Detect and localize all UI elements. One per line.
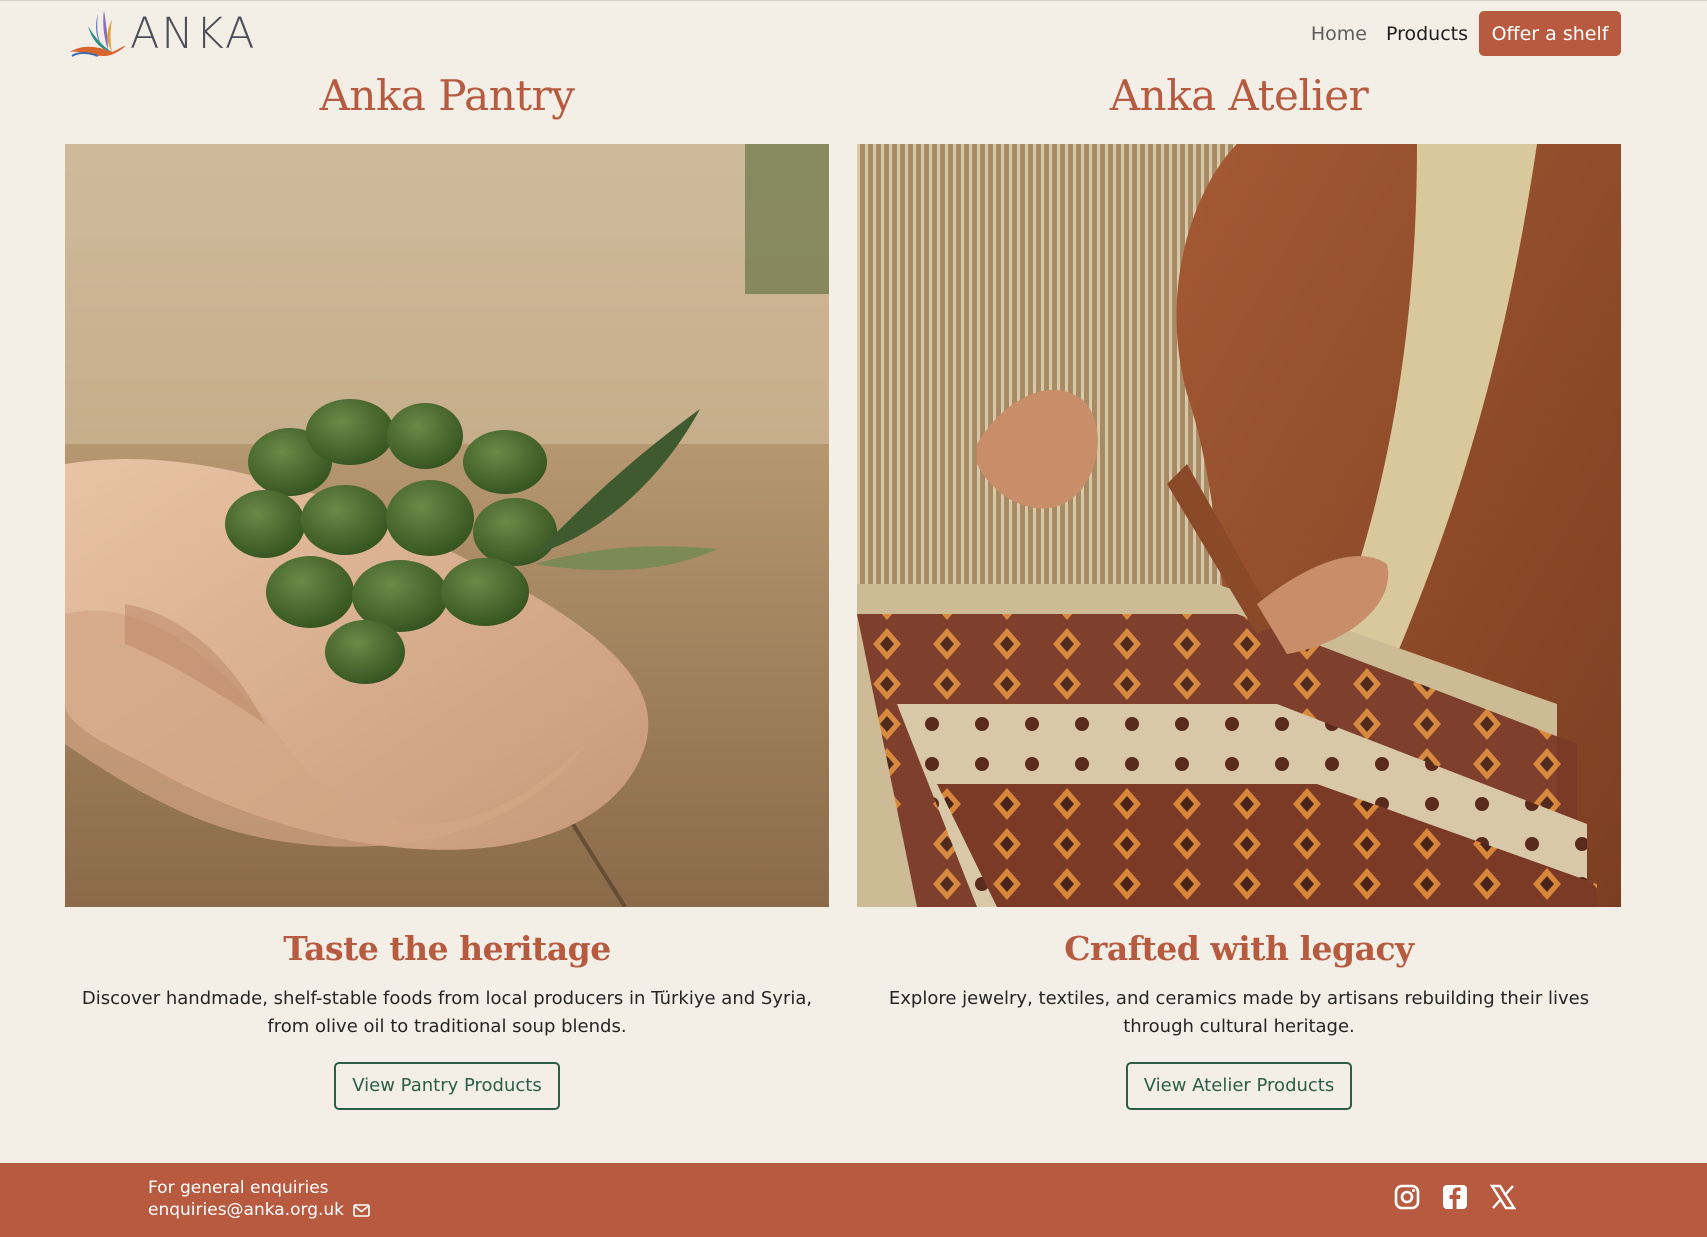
atelier-subtitle: Crafted with legacy (1064, 929, 1414, 968)
x-icon[interactable] (1489, 1183, 1517, 1211)
pantry-description: Discover handmade, shelf-stable foods fr… (81, 988, 813, 1037)
atelier-weaving-image (857, 144, 1621, 907)
main-nav: Home Products Offer a shelf (1311, 11, 1621, 56)
view-pantry-products-button[interactable]: View Pantry Products (334, 1062, 560, 1110)
pantry-column: Anka Pantry Taste the heritage Discover … (65, 68, 829, 1110)
atelier-column: Anka Atelier Crafted with legacy Explore… (857, 68, 1621, 1110)
atelier-title: Anka Atelier (1109, 71, 1369, 120)
pantry-subtitle: Taste the heritage (283, 929, 611, 968)
envelope-icon[interactable] (353, 1203, 371, 1217)
phoenix-logo-icon (70, 10, 126, 57)
nav-home-link[interactable]: Home (1311, 23, 1367, 45)
nav-products-link[interactable]: Products (1386, 23, 1468, 45)
site-header: ANKA Home Products Offer a shelf (0, 0, 1707, 68)
site-footer: For general enquiries enquiries@anka.org… (0, 1163, 1707, 1237)
social-links (1373, 1183, 1517, 1211)
pantry-title: Anka Pantry (319, 71, 575, 120)
footer-contact: For general enquiries enquiries@anka.org… (148, 1177, 371, 1221)
logo[interactable]: ANKA (68, 6, 256, 62)
logo-text: ANKA (130, 9, 257, 59)
facebook-icon[interactable] (1441, 1183, 1469, 1211)
enquiries-label: For general enquiries (148, 1178, 329, 1198)
instagram-icon[interactable] (1393, 1183, 1421, 1211)
pantry-olives-image (65, 144, 829, 907)
email-link[interactable]: enquiries@anka.org.uk (148, 1200, 344, 1220)
atelier-description: Explore jewelry, textiles, and ceramics … (888, 988, 1590, 1037)
offer-shelf-button[interactable]: Offer a shelf (1479, 11, 1621, 56)
view-atelier-products-button[interactable]: View Atelier Products (1126, 1062, 1352, 1110)
